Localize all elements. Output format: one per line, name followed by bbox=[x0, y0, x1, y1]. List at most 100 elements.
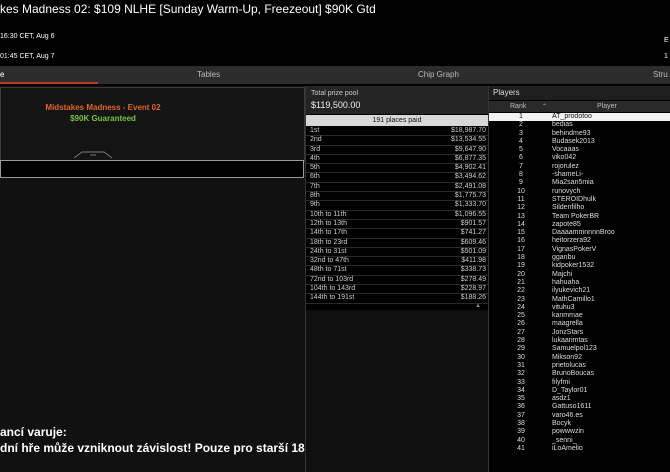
player-rank: 1 bbox=[519, 113, 523, 120]
player-row[interactable]: 26 maagrella bbox=[489, 320, 670, 328]
prize-pool-label: Total prize pool bbox=[311, 90, 359, 97]
player-row[interactable]: 28 lukaarimtas bbox=[489, 337, 670, 345]
player-row[interactable]: 35 asdz1 bbox=[489, 395, 670, 403]
payout-amount: $1,775.73 bbox=[454, 192, 486, 200]
player-name: vituhu3 bbox=[552, 303, 575, 311]
player-rank: 25 bbox=[517, 312, 525, 320]
payout-place: 32nd to 47th bbox=[310, 257, 349, 265]
player-row[interactable]: 18 gganbu bbox=[489, 254, 670, 262]
player-row[interactable]: 32 BrunoBoucas bbox=[489, 370, 670, 378]
player-name: powwwzin bbox=[552, 428, 584, 436]
player-rank: 26 bbox=[517, 320, 525, 328]
player-row[interactable]: 5 Vocaaas bbox=[489, 146, 670, 154]
player-column-header[interactable]: Player bbox=[597, 103, 617, 110]
tab-structure[interactable]: Stru bbox=[653, 70, 668, 79]
payout-amount: $609.46 bbox=[460, 238, 486, 246]
player-row[interactable]: 16 heitorzera92 bbox=[489, 237, 670, 245]
player-rank: 41 bbox=[517, 444, 525, 452]
payout-place: 104th to 143rd bbox=[310, 285, 356, 293]
player-row[interactable]: 11 STEROIDhulk bbox=[489, 196, 670, 204]
player-name: -shameLi- bbox=[552, 171, 584, 179]
player-name: D_Taylor01 bbox=[552, 386, 588, 394]
player-row[interactable]: 13 Team PokerBR bbox=[489, 213, 670, 221]
player-row[interactable]: 19 kidpoker1532 bbox=[489, 262, 670, 270]
player-row[interactable]: 3 behindme93 bbox=[489, 130, 670, 138]
payout-amount: $3,494.62 bbox=[454, 173, 486, 181]
player-row[interactable]: 25 kanmmae bbox=[489, 312, 670, 320]
player-row[interactable]: 29 Samuelpol123 bbox=[489, 345, 670, 353]
player-rank: 23 bbox=[517, 295, 525, 303]
player-name: behindme93 bbox=[552, 129, 591, 137]
player-row[interactable]: 7 rojorulez bbox=[489, 163, 670, 171]
player-row[interactable]: 2 bedias bbox=[489, 121, 670, 129]
player-row[interactable]: 15 DaaaammnnnnBroo bbox=[489, 229, 670, 237]
player-row[interactable]: 40 _senni_ bbox=[489, 437, 670, 445]
player-row[interactable]: 20 Majchi bbox=[489, 271, 670, 279]
player-row[interactable]: 4 Budasek2013 bbox=[489, 138, 670, 146]
payout-amount: $18,987.70 bbox=[450, 127, 486, 134]
player-row[interactable]: 12 Sildenfilho bbox=[489, 204, 670, 212]
payout-place: 5th bbox=[310, 164, 320, 172]
player-rank: 16 bbox=[517, 237, 525, 245]
player-row[interactable]: 27 JonzStars bbox=[489, 329, 670, 337]
player-row[interactable]: 37 varo46.es bbox=[489, 412, 670, 420]
player-rank: 40 bbox=[517, 436, 525, 444]
tab-chip-graph[interactable]: Chip Graph bbox=[418, 70, 459, 79]
payout-row: 1st $18,987.70 bbox=[306, 127, 488, 137]
player-row[interactable]: 39 powwwzin bbox=[489, 428, 670, 436]
player-row[interactable]: 33 filyfmi bbox=[489, 379, 670, 387]
player-row[interactable]: 36 Gattuso1611 bbox=[489, 403, 670, 411]
player-row[interactable]: 17 VignasPokerV bbox=[489, 246, 670, 254]
payout-row: 3rd $9,647.90 bbox=[306, 146, 488, 155]
player-row[interactable]: 9 Mia2san5mia bbox=[489, 179, 670, 187]
payout-row: 10th to 11th $1,096.55 bbox=[306, 211, 488, 220]
player-name: MathCamillo1 bbox=[552, 295, 595, 303]
player-name: rojorulez bbox=[552, 162, 579, 170]
end-time: 01:45 CET, Aug 7 bbox=[0, 53, 55, 60]
payout-row: 9th $1,333.70 bbox=[306, 201, 488, 211]
player-rank: 19 bbox=[517, 262, 525, 270]
player-row[interactable]: 31 prietolucas bbox=[489, 362, 670, 370]
player-row[interactable]: 21 hahuaha bbox=[489, 279, 670, 287]
rank-column-header[interactable]: Rank bbox=[510, 103, 526, 110]
player-row[interactable]: 8 -shameLi- bbox=[489, 171, 670, 179]
payout-row: 14th to 17th $741.27 bbox=[306, 229, 488, 239]
payout-place: 14th to 17th bbox=[310, 229, 347, 237]
player-row[interactable]: 23 MathCamillo1 bbox=[489, 296, 670, 304]
tab-tables[interactable]: Tables bbox=[197, 70, 220, 79]
scroll-up-icon[interactable]: ▲ bbox=[475, 303, 481, 309]
player-row[interactable]: 38 Bocyk bbox=[489, 420, 670, 428]
player-row[interactable]: 6 viko042 bbox=[489, 154, 670, 162]
player-name: Majchi bbox=[552, 270, 573, 278]
tab-lobby[interactable]: e bbox=[0, 70, 4, 79]
payout-amount: $188.26 bbox=[460, 294, 486, 302]
payout-place: 48th to 71st bbox=[310, 266, 347, 274]
payout-row: 5th $4,902.41 bbox=[306, 164, 488, 174]
player-name: Mikson92 bbox=[552, 353, 582, 361]
player-row[interactable]: 1 AT_prodotoo bbox=[489, 113, 670, 122]
player-rank: 18 bbox=[517, 254, 525, 262]
player-name: iLoAmelio bbox=[552, 444, 583, 452]
player-name: zapote85 bbox=[552, 220, 581, 228]
chat-input[interactable] bbox=[0, 160, 304, 178]
player-row[interactable]: 34 D_Taylor01 bbox=[489, 387, 670, 395]
player-name: kanmmae bbox=[552, 312, 583, 320]
player-rank: 31 bbox=[517, 361, 525, 369]
event-banner bbox=[0, 87, 305, 162]
payout-amount: $13,534.55 bbox=[450, 136, 486, 144]
player-row[interactable]: 10 runovych bbox=[489, 188, 670, 196]
player-row[interactable]: 22 ilyukevich21 bbox=[489, 287, 670, 295]
payout-row: 8th $1,775.73 bbox=[306, 192, 488, 202]
collapse-handle-icon[interactable] bbox=[74, 151, 112, 159]
player-rank: 29 bbox=[517, 345, 525, 353]
player-row[interactable]: 24 vituhu3 bbox=[489, 304, 670, 312]
payout-amount: $278.49 bbox=[460, 275, 486, 283]
payout-place: 144th to 191st bbox=[310, 294, 355, 302]
player-row[interactable]: 30 Mikson92 bbox=[489, 354, 670, 362]
payout-amount: $901.57 bbox=[460, 219, 486, 227]
player-row[interactable]: 14 zapote85 bbox=[489, 221, 670, 229]
player-name: Gattuso1611 bbox=[552, 403, 592, 411]
tab-bar: e Tables Chip Graph Stru bbox=[0, 66, 670, 84]
player-row[interactable]: 41 iLoAmelio bbox=[489, 445, 670, 453]
sort-ascending-icon[interactable]: ⌃ bbox=[542, 103, 547, 110]
